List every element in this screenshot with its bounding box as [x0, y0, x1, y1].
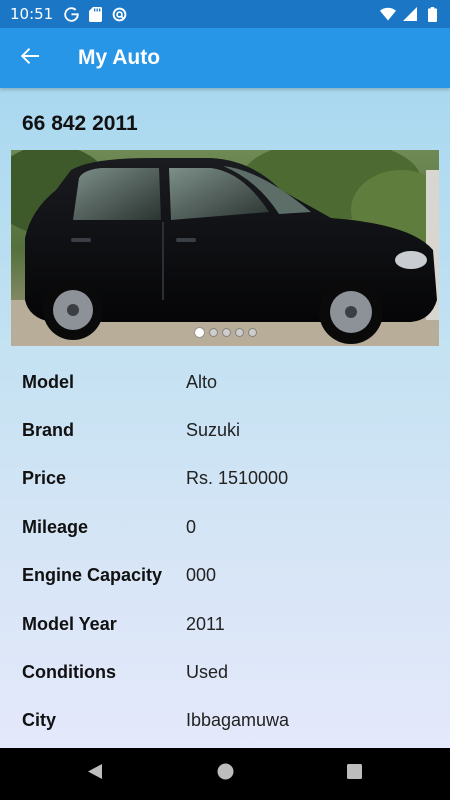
detail-row-model: Model Alto [0, 358, 450, 406]
arrow-back-icon [20, 46, 40, 71]
home-circle-icon [217, 763, 234, 785]
system-nav-bar [0, 748, 450, 800]
back-button[interactable] [0, 28, 60, 88]
signal-icon [402, 6, 418, 22]
carousel-indicators [11, 327, 439, 338]
detail-value: 000 [186, 565, 217, 586]
detail-label: Model Year [22, 613, 117, 634]
carousel-dot[interactable] [208, 328, 218, 337]
nav-recents-button[interactable] [334, 754, 374, 794]
vehicle-detail-content[interactable]: 66 842 2011 Model Alto Brand Suzuki Pric… [0, 88, 450, 748]
detail-row-price: Price Rs. 1510000 [0, 455, 450, 503]
nav-back-button[interactable] [75, 754, 115, 794]
detail-row-brand: Brand Suzuki [0, 406, 450, 454]
google-icon [63, 6, 79, 22]
vehicle-details-list: Model Alto Brand Suzuki Price Rs. 151000… [0, 358, 450, 745]
detail-value: Rs. 1510000 [186, 468, 289, 489]
carousel-dot[interactable] [247, 328, 257, 337]
status-time: 10:51 [10, 5, 54, 23]
detail-value: Suzuki [186, 420, 241, 441]
detail-value: 0 [186, 516, 197, 537]
detail-label: Brand [22, 420, 75, 441]
detail-label: City [22, 710, 57, 731]
nav-home-button[interactable] [205, 754, 245, 794]
detail-row-mileage: Mileage 0 [0, 503, 450, 551]
detail-label: Engine Capacity [22, 565, 163, 586]
carousel-dot[interactable] [193, 327, 205, 338]
sync-icon [111, 6, 127, 22]
battery-icon [424, 6, 440, 22]
plate-number: 66 842 2011 [22, 112, 138, 135]
detail-row-city: City Ibbagamuwa [0, 697, 450, 745]
detail-label: Conditions [22, 662, 116, 683]
back-triangle-icon [87, 763, 103, 785]
recents-square-icon [346, 764, 362, 784]
wifi-icon [380, 6, 396, 22]
status-notification-icons [63, 6, 127, 22]
detail-label: Model [22, 371, 74, 392]
detail-value: Ibbagamuwa [186, 710, 290, 731]
detail-value: Alto [186, 371, 218, 392]
detail-value: Used [186, 662, 229, 683]
status-system-icons [380, 6, 440, 22]
detail-row-engine-capacity: Engine Capacity 000 [0, 552, 450, 600]
detail-row-model-year: Model Year 2011 [0, 600, 450, 648]
page-title: My Auto [78, 46, 161, 69]
carousel-dot[interactable] [221, 328, 231, 337]
sd-card-icon [87, 6, 103, 22]
detail-row-conditions: Conditions Used [0, 648, 450, 696]
vehicle-photo [11, 150, 439, 346]
vehicle-image-carousel[interactable] [11, 150, 439, 346]
detail-value: 2011 [186, 613, 225, 634]
detail-label: Mileage [22, 516, 89, 537]
carousel-dot[interactable] [234, 328, 244, 337]
app-bar: My Auto [0, 28, 450, 88]
detail-label: Price [22, 468, 67, 489]
status-bar: 10:51 [0, 0, 450, 28]
